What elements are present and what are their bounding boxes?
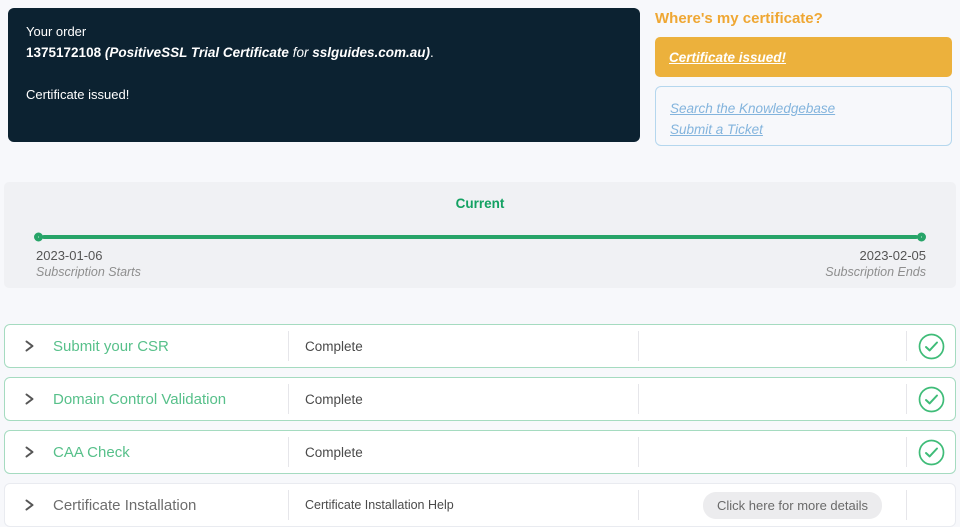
check-circle-icon <box>918 333 945 360</box>
help-panel: Where's my certificate? Certificate issu… <box>655 8 952 146</box>
step-title: CAA Check <box>53 443 130 461</box>
step-action-cell <box>639 331 907 361</box>
start-date: 2023-01-06 <box>36 248 103 263</box>
more-details-button[interactable]: Click here for more details <box>703 491 882 519</box>
step-check-cell <box>907 437 955 467</box>
order-summary-box: Your order 1375172108 (PositiveSSL Trial… <box>8 8 640 142</box>
step-action-cell <box>639 437 907 467</box>
chevron-right-icon[interactable] <box>23 392 36 406</box>
timeline-end-dot <box>917 232 926 242</box>
step-title-cell: Submit your CSR <box>5 331 289 361</box>
timeline-start-dot <box>34 232 43 242</box>
step-title: Submit your CSR <box>53 337 169 355</box>
step-title-cell: Certificate Installation <box>5 490 289 520</box>
check-circle-icon <box>918 439 945 466</box>
order-for-word: for <box>292 45 309 61</box>
step-check-cell <box>907 331 955 361</box>
help-panel-title: Where's my certificate? <box>655 10 823 27</box>
order-status-text: Certificate issued! <box>26 87 130 103</box>
submit-ticket-link[interactable]: Submit a Ticket <box>670 122 937 137</box>
order-label: Your order <box>26 24 87 39</box>
search-knowledgebase-link[interactable]: Search the Knowledgebase <box>670 101 937 116</box>
step-title: Domain Control Validation <box>53 390 227 408</box>
step-status: Complete <box>289 331 639 361</box>
step-row-caa-check[interactable]: CAA Check Complete <box>4 430 956 474</box>
step-status: Complete <box>289 384 639 414</box>
order-product: (PositiveSSL Trial Certificate <box>104 45 289 61</box>
step-check-cell <box>907 384 955 414</box>
step-title-cell: Domain Control Validation <box>5 384 289 414</box>
end-date-label: Subscription Ends <box>825 265 926 279</box>
start-date-label: Subscription Starts <box>36 265 141 279</box>
top-section: Your order 1375172108 (PositiveSSL Trial… <box>0 0 960 146</box>
chevron-right-icon[interactable] <box>23 445 36 459</box>
order-id: 1375172108 <box>26 45 102 61</box>
order-terminator: . <box>430 45 434 61</box>
step-action-cell: Click here for more details <box>639 490 907 520</box>
step-title: Certificate Installation <box>53 496 197 514</box>
step-row-certificate-installation[interactable]: Certificate Installation Certificate Ins… <box>4 483 956 527</box>
step-status: Complete <box>289 437 639 467</box>
subscription-end: 2023-02-05 Subscription Ends <box>825 248 926 279</box>
step-action-cell <box>639 384 907 414</box>
step-status: Certificate Installation Help <box>289 490 639 520</box>
step-row-submit-csr[interactable]: Submit your CSR Complete <box>4 324 956 368</box>
subscription-start: 2023-01-06 Subscription Starts <box>36 248 141 279</box>
chevron-right-icon[interactable] <box>23 498 36 512</box>
order-line: 1375172108 (PositiveSSL Trial Certificat… <box>26 44 622 63</box>
step-check-cell <box>907 490 955 520</box>
check-circle-icon <box>918 386 945 413</box>
chevron-right-icon[interactable] <box>23 339 36 353</box>
timeline-track <box>34 232 926 242</box>
current-label: Current <box>455 196 505 211</box>
timeline-dates: 2023-01-06 Subscription Starts 2023-02-0… <box>36 248 926 279</box>
order-domain: sslguides.com.au) <box>312 45 431 61</box>
step-title-cell: CAA Check <box>5 437 289 467</box>
end-date: 2023-02-05 <box>859 248 927 263</box>
certificate-issued-button[interactable]: Certificate issued! <box>655 37 952 77</box>
certificate-steps-list: Submit your CSR Complete Domain Control … <box>4 324 956 527</box>
step-row-domain-validation[interactable]: Domain Control Validation Complete <box>4 377 956 421</box>
subscription-timeline: Current 2023-01-06 Subscription Starts 2… <box>4 182 956 288</box>
help-links-box: Search the Knowledgebase Submit a Ticket <box>655 86 952 146</box>
